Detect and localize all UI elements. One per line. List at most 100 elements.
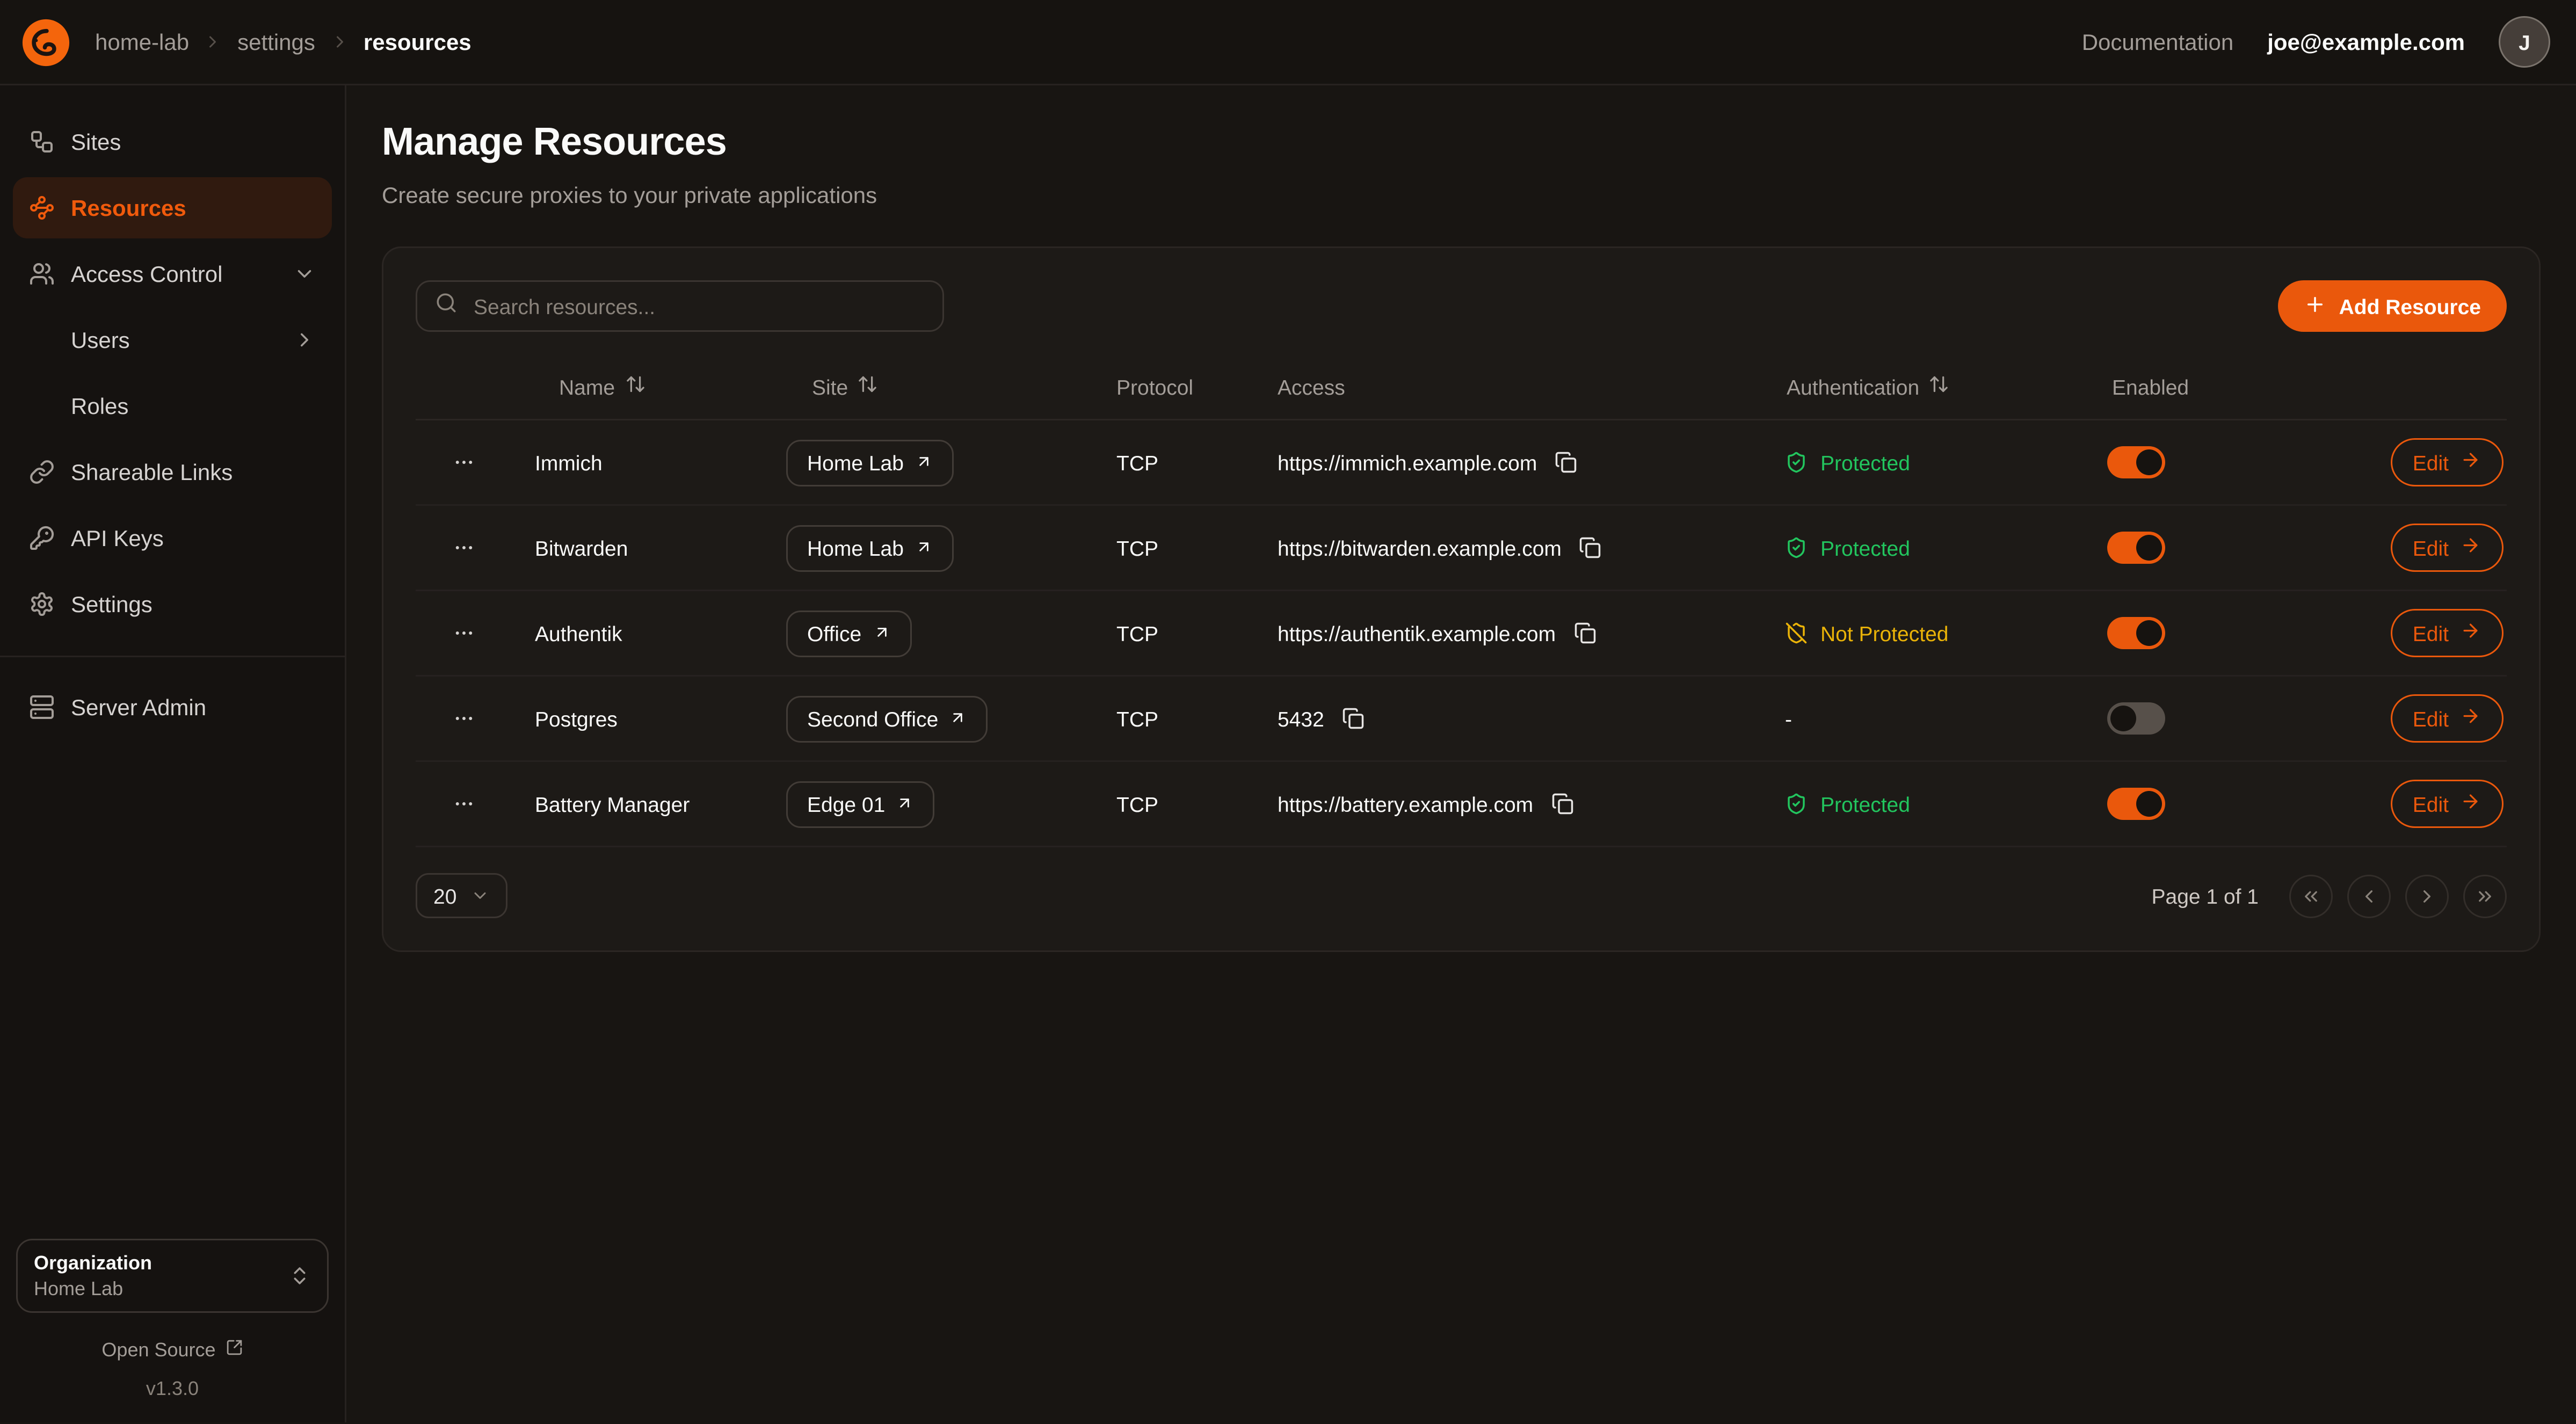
row-menu-button[interactable] [446,701,482,736]
enabled-toggle[interactable] [2107,617,2165,649]
sidebar-divider [0,656,345,657]
chevrons-right-icon [2475,885,2495,906]
last-page-button[interactable] [2463,874,2507,918]
copy-button[interactable] [1339,704,1368,733]
arrow-right-icon [2460,791,2481,817]
copy-icon [1551,793,1573,815]
chevron-down-icon [471,886,490,905]
protocol-column-header: Protocol [1108,375,1278,399]
sort-by-authentication-header[interactable]: Authentication [1787,374,1950,399]
site-link-button[interactable]: Home Lab [786,525,954,571]
sidebar: Sites Resources Access Control Users [0,85,346,1422]
avatar[interactable]: J [2499,16,2550,68]
sidebar-item-access-control[interactable]: Access Control [13,243,332,304]
edit-button[interactable]: Edit [2390,694,2504,743]
row-menu-button[interactable] [446,615,482,651]
site-link-button[interactable]: Second Office [786,695,988,742]
edit-button[interactable]: Edit [2390,524,2504,572]
access-port: 5432 [1278,707,1324,731]
row-menu-button[interactable] [446,786,482,822]
organization-selector[interactable]: Organization Home Lab [16,1239,329,1313]
ellipsis-icon [453,622,475,644]
arrow-up-right-icon [896,792,914,816]
chevron-down-icon [293,263,316,285]
link-icon [29,459,55,485]
copy-button[interactable] [1551,448,1580,477]
chevrons-up-down-icon [288,1265,311,1287]
edit-button[interactable]: Edit [2390,438,2504,486]
enabled-toggle[interactable] [2107,446,2165,478]
resources-card: Add Resource Name Site Protocol Acce [382,246,2541,952]
arrow-right-icon [2460,449,2481,475]
breadcrumb-resources[interactable]: resources [364,29,471,55]
sidebar-item-api-keys[interactable]: API Keys [13,507,332,569]
page-size-select[interactable]: 20 [416,873,508,918]
prev-page-button[interactable] [2347,874,2391,918]
access-url: https://bitwarden.example.com [1278,536,1562,560]
sidebar-item-label: Users [71,327,130,353]
enabled-toggle[interactable] [2107,788,2165,820]
breadcrumb-settings[interactable]: settings [237,29,315,55]
auth-status-badge: Not Protected [1785,621,1949,645]
enabled-toggle[interactable] [2107,532,2165,564]
sidebar-item-label: API Keys [71,525,164,551]
sidebar-item-shareable-links[interactable]: Shareable Links [13,441,332,503]
copy-icon [1573,622,1596,644]
site-link-button[interactable]: Office [786,610,911,657]
user-email[interactable]: joe@example.com [2267,29,2465,55]
table-header: Name Site Protocol Access Authentication… [416,354,2507,420]
main-content: Manage Resources Create secure proxies t… [346,85,2576,1422]
shield-check-icon [1785,451,1808,474]
access-url: https://authentik.example.com [1278,621,1556,645]
protocol-value: TCP [1116,621,1158,645]
enabled-toggle[interactable] [2107,702,2165,735]
sidebar-item-roles[interactable]: Roles [13,375,332,437]
copy-button[interactable] [1576,533,1605,562]
table-row: Immich Home Lab TCP https://immich.examp… [416,420,2507,506]
chevron-right-icon [204,32,223,52]
sort-by-site-header[interactable]: Site [812,374,879,399]
row-menu-button[interactable] [446,530,482,565]
sort-icon [625,374,645,399]
auth-status-badge: Protected [1785,792,1910,816]
chevron-right-icon [293,329,316,351]
breadcrumb-org[interactable]: home-lab [95,29,189,55]
open-source-link[interactable]: Open Source [101,1339,243,1361]
first-page-button[interactable] [2289,874,2333,918]
sidebar-item-settings[interactable]: Settings [13,573,332,635]
sidebar-item-label: Resources [71,195,186,221]
copy-icon [1555,451,1577,474]
ellipsis-icon [453,793,475,815]
external-link-icon [226,1339,243,1361]
copy-button[interactable] [1548,789,1577,818]
sidebar-item-server-admin[interactable]: Server Admin [13,677,332,738]
version-label: v1.3.0 [146,1377,199,1400]
sidebar-nav: Sites Resources Access Control Users [0,85,345,755]
next-page-button[interactable] [2405,874,2449,918]
sidebar-item-resources[interactable]: Resources [13,177,332,238]
protocol-value: TCP [1116,451,1158,475]
sidebar-item-sites[interactable]: Sites [13,111,332,172]
edit-button[interactable]: Edit [2390,609,2504,657]
search-input[interactable] [470,293,925,320]
organization-label: Organization [34,1252,152,1274]
row-menu-button[interactable] [446,445,482,480]
copy-button[interactable] [1570,619,1599,648]
sidebar-item-label: Sites [71,129,121,155]
sidebar-item-users[interactable]: Users [13,309,332,370]
sort-icon [1929,374,1950,399]
plus-icon [2304,293,2326,320]
sidebar-item-label: Shareable Links [71,459,233,485]
ellipsis-icon [453,707,475,730]
server-icon [29,694,55,720]
add-resource-button[interactable]: Add Resource [2278,280,2507,332]
site-link-button[interactable]: Edge 01 [786,781,935,827]
edit-button[interactable]: Edit [2390,780,2504,828]
sort-by-name-header[interactable]: Name [559,374,645,399]
site-link-button[interactable]: Home Lab [786,439,954,486]
chevrons-left-icon [2301,885,2321,906]
auth-status-none: - [1785,707,1792,731]
documentation-link[interactable]: Documentation [2082,29,2234,55]
access-column-header: Access [1278,375,1785,399]
table-footer: 20 Page 1 of 1 [416,873,2507,918]
